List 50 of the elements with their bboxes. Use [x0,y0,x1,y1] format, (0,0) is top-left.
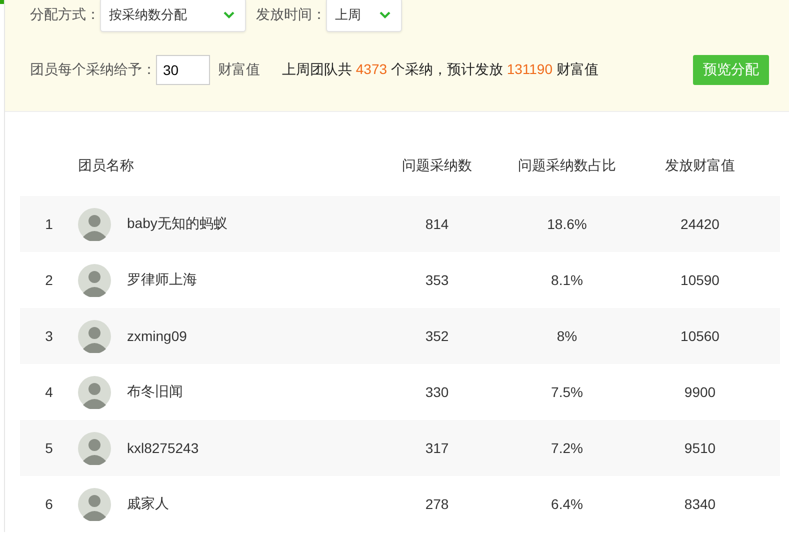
table-cell-text: 24420 [680,216,720,232]
rank-number: 5 [44,440,54,456]
dropdown[interactable]: 按采纳数分配 [100,0,246,32]
rank-number: 6 [44,496,54,512]
table-cell-text: 6.4% [550,496,584,512]
avatar-icon [78,208,111,240]
user-name: zxming09 [127,328,187,344]
user-name: baby无知的蚂蚁 [127,215,228,233]
table-cell-text: 9900 [683,384,717,400]
column-header: 问题采纳数占比 [517,157,617,175]
avatar-icon [78,264,111,296]
field-label: 分配方式： [30,6,100,24]
summary-text: 上周团队共 4373 个采纳，预计发放 131190 财富值 [282,61,598,79]
table-cell-text: 10590 [680,272,720,288]
user-name: 戚家人 [127,495,169,513]
field-label: 发放时间： [256,6,326,24]
field-label: 团员每个采纳给予： [30,61,156,79]
table-cell-text: 317 [424,440,450,456]
user-name: 罗律师上海 [127,271,197,289]
chevron-down-icon [223,11,235,19]
table-cell-text: 9510 [683,440,717,456]
table-cell-text: 8.1% [550,272,584,288]
table-cell-text: 814 [424,216,450,232]
table-cell-text: 7.2% [550,440,584,456]
avatar-icon [78,376,111,408]
table-cell-text: 278 [424,496,450,512]
column-header: 发放财富值 [664,157,736,175]
table-cell-text: 10560 [680,328,720,344]
input-field[interactable]: 30 [156,55,210,85]
avatar-icon [78,320,111,352]
avatar-icon [78,488,111,520]
table-cell-text: 353 [424,272,450,288]
dropdown[interactable]: 上周 [326,0,402,32]
chevron-down-icon [379,11,391,19]
table-cell-text: 7.5% [550,384,584,400]
table-cell-text: 8340 [683,496,717,512]
table-cell-text: 352 [424,328,450,344]
table-cell-text: 8% [556,328,578,344]
table-cell-text: 18.6% [546,216,588,232]
column-header: 团员名称 [78,157,135,175]
rank-number: 4 [44,384,54,400]
unit-label: 财富值 [218,61,260,79]
avatar-icon [78,432,111,464]
rank-number: 2 [44,272,54,288]
column-header: 问题采纳数 [401,157,473,175]
rank-number: 1 [44,216,54,232]
table-cell-text: 330 [424,384,450,400]
rank-number: 3 [44,328,54,344]
user-name: 布冬旧闻 [127,383,183,401]
user-name: kxl8275243 [127,440,199,456]
